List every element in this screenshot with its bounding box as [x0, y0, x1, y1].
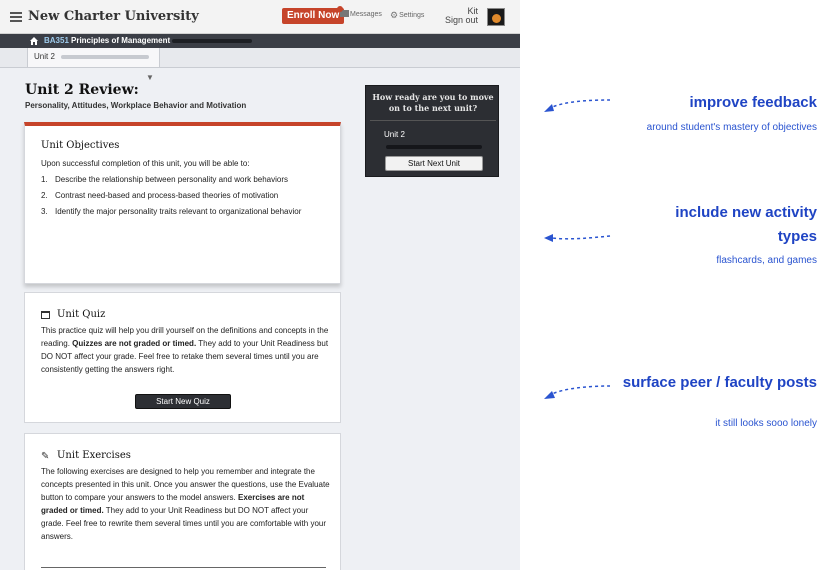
- exercises-description: The following exercises are designed to …: [41, 465, 333, 543]
- divider: [41, 567, 326, 568]
- readiness-question: How ready are you to move on to the next…: [372, 92, 494, 113]
- readiness-progress-bar: [386, 145, 482, 149]
- brand-name[interactable]: New Charter University: [28, 9, 199, 24]
- menu-icon[interactable]: [10, 12, 22, 22]
- annotation-subtitle: around student's mastery of objectives: [646, 122, 817, 133]
- annotation-subtitle: it still looks sooo lonely: [715, 418, 817, 429]
- avatar[interactable]: [487, 8, 505, 26]
- objective-number: 1.: [41, 175, 48, 184]
- start-new-quiz-button[interactable]: Start New Quiz: [135, 394, 231, 409]
- course-app: New Charter University Enroll Now Messag…: [0, 0, 520, 570]
- course-code[interactable]: BA351: [44, 36, 69, 45]
- home-icon[interactable]: [30, 37, 38, 45]
- annotation-title: surface peer / faculty posts: [622, 374, 817, 391]
- quiz-icon: [41, 311, 50, 319]
- caret-down-icon: ▼: [146, 73, 154, 82]
- divider: [370, 120, 496, 121]
- unit-tab-label: Unit 2: [34, 52, 55, 61]
- pencil-icon: ✎: [41, 451, 50, 462]
- objectives-list: 1. Describe the relationship between pers…: [41, 173, 331, 221]
- sign-out-link[interactable]: Sign out: [438, 16, 478, 25]
- start-next-unit-button[interactable]: Start Next Unit: [385, 156, 483, 171]
- annotation-subtitle: flashcards, and games: [716, 255, 817, 266]
- unit-progress-bar: [61, 55, 149, 59]
- objectives-card: Unit Objectives Upon successful completi…: [24, 122, 341, 284]
- exercises-title: Unit Exercises: [57, 450, 131, 461]
- enroll-now-button[interactable]: Enroll Now: [282, 8, 345, 24]
- objectives-title: Unit Objectives: [41, 140, 120, 151]
- user-block: Kit Sign out: [438, 7, 478, 25]
- objective-text: Identify the major personality traits re…: [55, 207, 302, 216]
- course-bar: BA351 Principles of Management: [0, 34, 520, 48]
- messages-link[interactable]: Messages: [337, 6, 382, 18]
- readiness-panel: How ready are you to move on to the next…: [365, 85, 499, 177]
- objectives-intro: Upon successful completion of this unit,…: [41, 159, 250, 168]
- messages-label: Messages: [350, 11, 382, 18]
- objective-item: 3. Identify the major personality traits …: [41, 205, 331, 218]
- quiz-text-bold: Quizzes are not graded or timed.: [72, 339, 197, 348]
- objective-number: 3.: [41, 207, 48, 216]
- objective-number: 2.: [41, 191, 48, 200]
- annotation-arrow-icon: [544, 99, 611, 112]
- settings-link[interactable]: ⚙Settings: [390, 10, 424, 21]
- readiness-unit-label: Unit 2: [384, 130, 405, 139]
- unit-bar: Unit 2: [0, 48, 520, 68]
- objective-text: Contrast need-based and process-based th…: [55, 191, 279, 200]
- quiz-card: Unit Quiz This practice quiz will help y…: [24, 292, 341, 423]
- objective-text: Describe the relationship between person…: [55, 175, 289, 184]
- notification-dot-icon: [337, 6, 343, 12]
- annotation-arrow-icon: [544, 385, 611, 399]
- quiz-title: Unit Quiz: [57, 309, 106, 320]
- course-progress-bar: [172, 39, 252, 43]
- settings-label: Settings: [399, 12, 425, 19]
- annotation-title: improve feedback: [689, 94, 817, 111]
- tab-unit-2[interactable]: Unit 2: [27, 48, 160, 67]
- exercises-card: ✎ Unit Exercises The following exercises…: [24, 433, 341, 570]
- course-name[interactable]: Principles of Management: [71, 36, 170, 45]
- avatar-image-icon: [492, 14, 501, 23]
- quiz-description: This practice quiz will help you drill y…: [41, 324, 331, 376]
- page-subtitle: Personality, Attitudes, Workplace Behavi…: [25, 101, 247, 110]
- objective-item: 1. Describe the relationship between pers…: [41, 173, 331, 186]
- messages-icon: [337, 6, 349, 17]
- top-bar: New Charter University Enroll Now Messag…: [0, 0, 520, 34]
- gear-icon: ⚙: [390, 10, 399, 20]
- objective-item: 2. Contrast need-based and process-based …: [41, 189, 331, 202]
- page-title: Unit 2 Review:: [25, 82, 139, 98]
- annotation-arrow-icon: [544, 234, 611, 242]
- annotation-title: include new activity types: [675, 204, 817, 245]
